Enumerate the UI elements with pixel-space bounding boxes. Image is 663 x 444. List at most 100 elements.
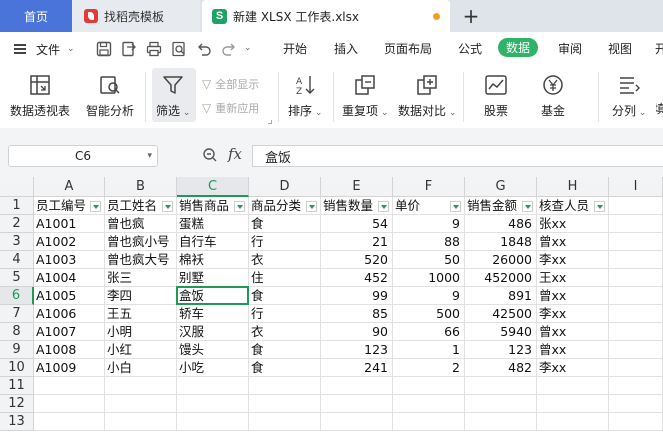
table-cell[interactable]: [321, 395, 393, 413]
more-chevron-icon[interactable]: ⌄: [244, 43, 252, 53]
row-header-4[interactable]: 4: [0, 251, 34, 269]
table-cell[interactable]: 行: [249, 305, 321, 323]
table-cell[interactable]: 42500: [465, 305, 537, 323]
table-cell[interactable]: 张三: [105, 269, 177, 287]
table-cell[interactable]: 85: [321, 305, 393, 323]
filter-dropdown-icon[interactable]: [306, 201, 317, 212]
table-cell[interactable]: [465, 395, 537, 413]
table-cell[interactable]: [105, 377, 177, 395]
smart-analysis-button[interactable]: 智能分析: [86, 74, 134, 119]
table-cell[interactable]: 123: [321, 341, 393, 359]
name-box[interactable]: C6 ▾: [8, 145, 158, 167]
column-header-b[interactable]: B: [105, 177, 177, 197]
column-header-c[interactable]: C: [177, 177, 249, 197]
table-cell[interactable]: 棉袄: [177, 251, 249, 269]
filter-dropdown-icon[interactable]: [90, 201, 101, 212]
table-cell[interactable]: [34, 395, 105, 413]
table-cell[interactable]: 食: [249, 215, 321, 233]
table-cell[interactable]: 小白: [105, 359, 177, 377]
table-cell[interactable]: [249, 377, 321, 395]
column-header-f[interactable]: F: [393, 177, 465, 197]
table-cell[interactable]: 别墅: [177, 269, 249, 287]
select-all-corner[interactable]: [0, 177, 34, 197]
table-cell[interactable]: 王xx: [537, 269, 609, 287]
table-cell[interactable]: 452000: [465, 269, 537, 287]
formula-input[interactable]: 盒饭: [252, 145, 663, 167]
column-header-d[interactable]: D: [249, 177, 321, 197]
table-cell[interactable]: 蛋糕: [177, 215, 249, 233]
table-cell[interactable]: A1001: [34, 215, 105, 233]
menu-tab-insert[interactable]: 插入: [334, 40, 358, 57]
table-cell[interactable]: [609, 341, 663, 359]
row-header-9[interactable]: 9: [0, 341, 34, 359]
table-cell[interactable]: [609, 197, 663, 215]
table-cell[interactable]: 食: [249, 359, 321, 377]
column-header-g[interactable]: G: [465, 177, 537, 197]
row-header-6[interactable]: 6: [0, 287, 34, 305]
table-cell[interactable]: 盒饭: [177, 287, 249, 305]
table-cell[interactable]: 住: [249, 269, 321, 287]
show-all-button[interactable]: ▽ 全部显示: [202, 76, 259, 92]
table-cell[interactable]: 520: [321, 251, 393, 269]
row-header-2[interactable]: 2: [0, 215, 34, 233]
split-column-button[interactable]: 分列 ⌄: [612, 74, 646, 119]
table-cell[interactable]: [609, 269, 663, 287]
table-cell[interactable]: [609, 359, 663, 377]
table-cell[interactable]: [465, 377, 537, 395]
table-cell[interactable]: 李四: [105, 287, 177, 305]
table-cell[interactable]: 李xx: [537, 305, 609, 323]
new-tab-button[interactable]: +: [460, 4, 482, 28]
table-cell[interactable]: 241: [321, 359, 393, 377]
table-cell[interactable]: 自行车: [177, 233, 249, 251]
row-header-3[interactable]: 3: [0, 233, 34, 251]
table-cell[interactable]: [609, 305, 663, 323]
table-cell[interactable]: 轿车: [177, 305, 249, 323]
tab-home[interactable]: 首页: [0, 0, 72, 32]
table-cell[interactable]: 衣: [249, 323, 321, 341]
row-header-5[interactable]: 5: [0, 269, 34, 287]
table-cell[interactable]: 李xx: [537, 359, 609, 377]
table-cell[interactable]: 66: [393, 323, 465, 341]
table-cell[interactable]: [609, 215, 663, 233]
filter-dropdown-icon[interactable]: [378, 201, 389, 212]
sort-button[interactable]: AZ 排序 ⌄: [288, 74, 322, 119]
chevron-down-icon[interactable]: ▾: [147, 151, 152, 161]
table-cell[interactable]: [609, 251, 663, 269]
table-cell[interactable]: 5940: [465, 323, 537, 341]
table-cell[interactable]: 曾也疯大号: [105, 251, 177, 269]
table-cell[interactable]: 曾也疯小号: [105, 233, 177, 251]
table-cell[interactable]: 891: [465, 287, 537, 305]
table-cell[interactable]: [105, 413, 177, 431]
print-icon[interactable]: [146, 41, 162, 57]
insert-function-button[interactable]: fx: [228, 145, 242, 163]
menu-tab-review[interactable]: 审阅: [558, 40, 582, 57]
spreadsheet-grid[interactable]: A B C D E F G H I 1 员工编号 员工姓名 销售商品 商品分类 销售数量 单价 销售金额 核查人员…: [0, 177, 663, 444]
table-cell[interactable]: 汉服: [177, 323, 249, 341]
table-cell[interactable]: 1000: [393, 269, 465, 287]
table-cell[interactable]: 张xx: [537, 215, 609, 233]
filter-group-launcher[interactable]: [268, 120, 272, 124]
column-header-i[interactable]: I: [609, 177, 663, 197]
table-cell[interactable]: 50: [393, 251, 465, 269]
table-cell[interactable]: A1008: [34, 341, 105, 359]
table-cell[interactable]: 2: [393, 359, 465, 377]
table-cell[interactable]: [393, 377, 465, 395]
fund-button[interactable]: 基金: [537, 74, 569, 119]
table-cell[interactable]: [321, 377, 393, 395]
column-header-e[interactable]: E: [321, 177, 393, 197]
table-cell[interactable]: 486: [465, 215, 537, 233]
table-cell[interactable]: [177, 377, 249, 395]
menu-tab-start[interactable]: 开始: [283, 40, 307, 57]
table-cell[interactable]: 26000: [465, 251, 537, 269]
row-header-7[interactable]: 7: [0, 305, 34, 323]
undo-icon[interactable]: [196, 41, 212, 57]
table-cell[interactable]: [609, 413, 663, 431]
table-cell[interactable]: 90: [321, 323, 393, 341]
table-cell[interactable]: [537, 413, 609, 431]
table-cell[interactable]: 452: [321, 269, 393, 287]
menu-tab-data[interactable]: 数据: [498, 38, 539, 57]
table-cell[interactable]: 小明: [105, 323, 177, 341]
tab-template[interactable]: 找稻壳模板: [72, 0, 200, 32]
row-header-1[interactable]: 1: [0, 197, 34, 215]
table-cell[interactable]: A1005: [34, 287, 105, 305]
